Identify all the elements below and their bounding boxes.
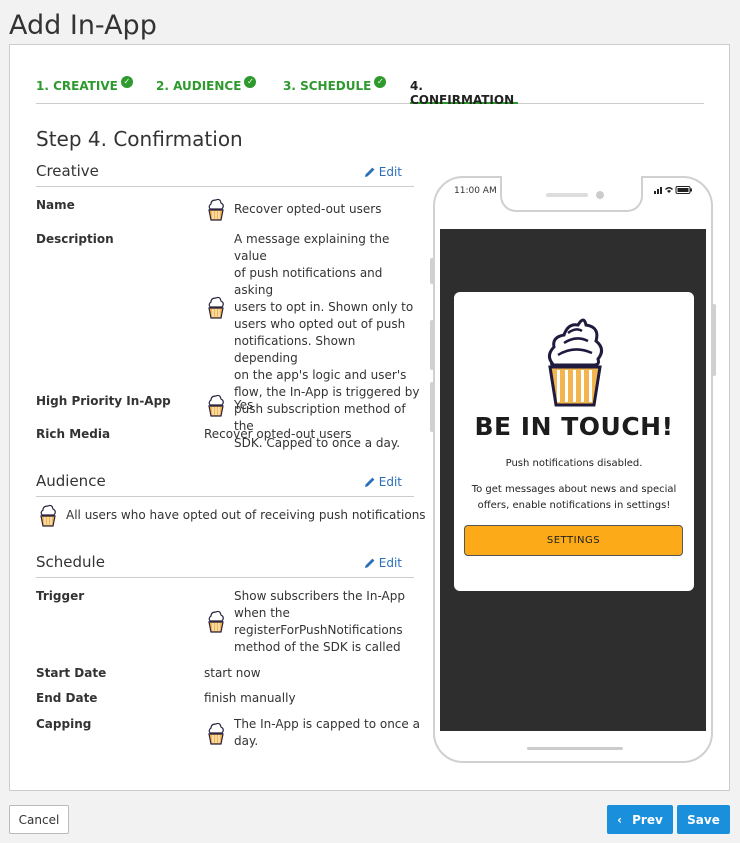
tab-schedule-label: 3. SCHEDULE [283, 79, 372, 93]
schedule-section-header: Schedule Edit [36, 553, 414, 578]
chevron-left-icon: ‹ [617, 812, 623, 827]
start-date-label: Start Date [36, 666, 107, 680]
camera-icon [596, 191, 604, 199]
priority-value: Yes [234, 398, 254, 412]
trigger-line: when the [234, 606, 290, 620]
tab-schedule[interactable]: 3. SCHEDULE ✓ [283, 73, 387, 104]
page-title: Add In-App [9, 10, 157, 41]
tab-confirmation-label: 4. CONFIRMATION [410, 79, 515, 107]
audience-value: All users who have opted out of receivin… [66, 508, 426, 522]
cupcake-icon [207, 721, 225, 745]
pencil-icon [364, 558, 375, 568]
end-date-value: finish manually [204, 691, 296, 705]
description-line: flow, the In-App is triggered by [234, 385, 420, 399]
schedule-section-title: Schedule [36, 553, 105, 571]
cupcake-icon [207, 393, 225, 417]
audience-section-title: Audience [36, 472, 106, 490]
creative-section-title: Creative [36, 162, 99, 180]
creative-edit-link[interactable]: Edit [364, 165, 402, 179]
phone-side-button [430, 382, 434, 432]
schedule-edit-link[interactable]: Edit [364, 556, 402, 570]
trigger-label: Trigger [36, 589, 85, 603]
speaker-icon [546, 193, 588, 197]
tab-creative-label: 1. CREATIVE [36, 79, 118, 93]
phone-side-button [712, 304, 716, 376]
phone-preview: 11:00 AM BE IN TOUCH! Push notifications… [430, 176, 716, 763]
wizard-steps: 1. CREATIVE ✓ 2. AUDIENCE ✓ 3. SCHEDULE … [36, 73, 704, 107]
cupcake-icon [207, 197, 225, 221]
trigger-line: registerForPushNotifications [234, 623, 403, 637]
phone-screen: BE IN TOUCH! Push notifications disabled… [440, 229, 706, 731]
check-icon: ✓ [244, 76, 257, 88]
rich-media-value: Recover opted-out users [204, 427, 352, 441]
description-line: users who opted out of push [234, 317, 406, 331]
description-line: users to opt in. Shown only to [234, 300, 414, 314]
inapp-popup: BE IN TOUCH! Push notifications disabled… [454, 292, 694, 591]
home-indicator [527, 747, 623, 750]
schedule-edit-label: Edit [378, 556, 402, 570]
phone-notch [500, 176, 643, 212]
pencil-icon [364, 167, 375, 177]
capping-label: Capping [36, 717, 92, 731]
audience-edit-label: Edit [378, 475, 402, 489]
description-value: A message explaining the value of push n… [234, 231, 420, 452]
status-icons [654, 186, 692, 194]
check-icon: ✓ [120, 76, 133, 88]
tab-creative[interactable]: 1. CREATIVE ✓ [36, 73, 133, 104]
prev-button-label: Prev [632, 812, 663, 827]
cupcake-icon [39, 503, 57, 527]
cupcake-icon [207, 609, 225, 633]
popup-title: BE IN TOUCH! [474, 412, 674, 441]
cancel-button[interactable]: Cancel [9, 805, 69, 834]
check-icon: ✓ [374, 76, 387, 88]
trigger-line: Show subscribers the In-App [234, 589, 405, 603]
cupcake-icon [207, 295, 225, 319]
name-value: Recover opted-out users [234, 202, 382, 216]
tab-audience[interactable]: 2. AUDIENCE ✓ [156, 73, 257, 104]
description-label: Description [36, 232, 114, 246]
audience-edit-link[interactable]: Edit [364, 475, 402, 489]
creative-edit-label: Edit [378, 165, 402, 179]
prev-button[interactable]: ‹ Prev [607, 805, 673, 834]
start-date-value: start now [204, 666, 261, 680]
capping-value: The In-App is capped to once a day. [234, 716, 420, 750]
description-line: A message explaining the value [234, 232, 390, 263]
cupcake-icon [547, 318, 603, 407]
end-date-label: End Date [36, 691, 98, 705]
creative-section-header: Creative Edit [36, 162, 414, 187]
description-line: on the app's logic and user's [234, 368, 407, 382]
trigger-value: Show subscribers the In-App when the reg… [234, 588, 420, 656]
tab-confirmation[interactable]: 4. CONFIRMATION [410, 73, 518, 107]
capping-line: day. [234, 734, 259, 748]
audience-section-header: Audience Edit [36, 472, 414, 497]
tab-audience-label: 2. AUDIENCE [156, 79, 242, 93]
rich-media-label: Rich Media [36, 427, 111, 441]
capping-line: The In-App is capped to once a [234, 717, 420, 731]
description-line: notifications. Shown depending [234, 334, 356, 365]
pencil-icon [364, 477, 375, 487]
popup-subtitle: Push notifications disabled. [505, 458, 643, 469]
phone-side-button [430, 320, 434, 370]
priority-label: High Priority In-App [36, 394, 171, 408]
phone-side-button [430, 258, 434, 284]
save-button[interactable]: Save [677, 805, 730, 834]
step-heading: Step 4. Confirmation [36, 127, 243, 151]
popup-body-line: To get messages about news and special [471, 484, 677, 495]
name-label: Name [36, 198, 75, 212]
popup-body: To get messages about news and special o… [468, 482, 680, 514]
status-time: 11:00 AM [454, 186, 497, 196]
trigger-line: method of the SDK is called [234, 640, 401, 654]
settings-button[interactable]: SETTINGS [464, 525, 683, 556]
popup-body-line: offers, enable notifications in settings… [477, 500, 671, 511]
wizard-card: 1. CREATIVE ✓ 2. AUDIENCE ✓ 3. SCHEDULE … [9, 44, 730, 791]
description-line: of push notifications and asking [234, 266, 383, 297]
